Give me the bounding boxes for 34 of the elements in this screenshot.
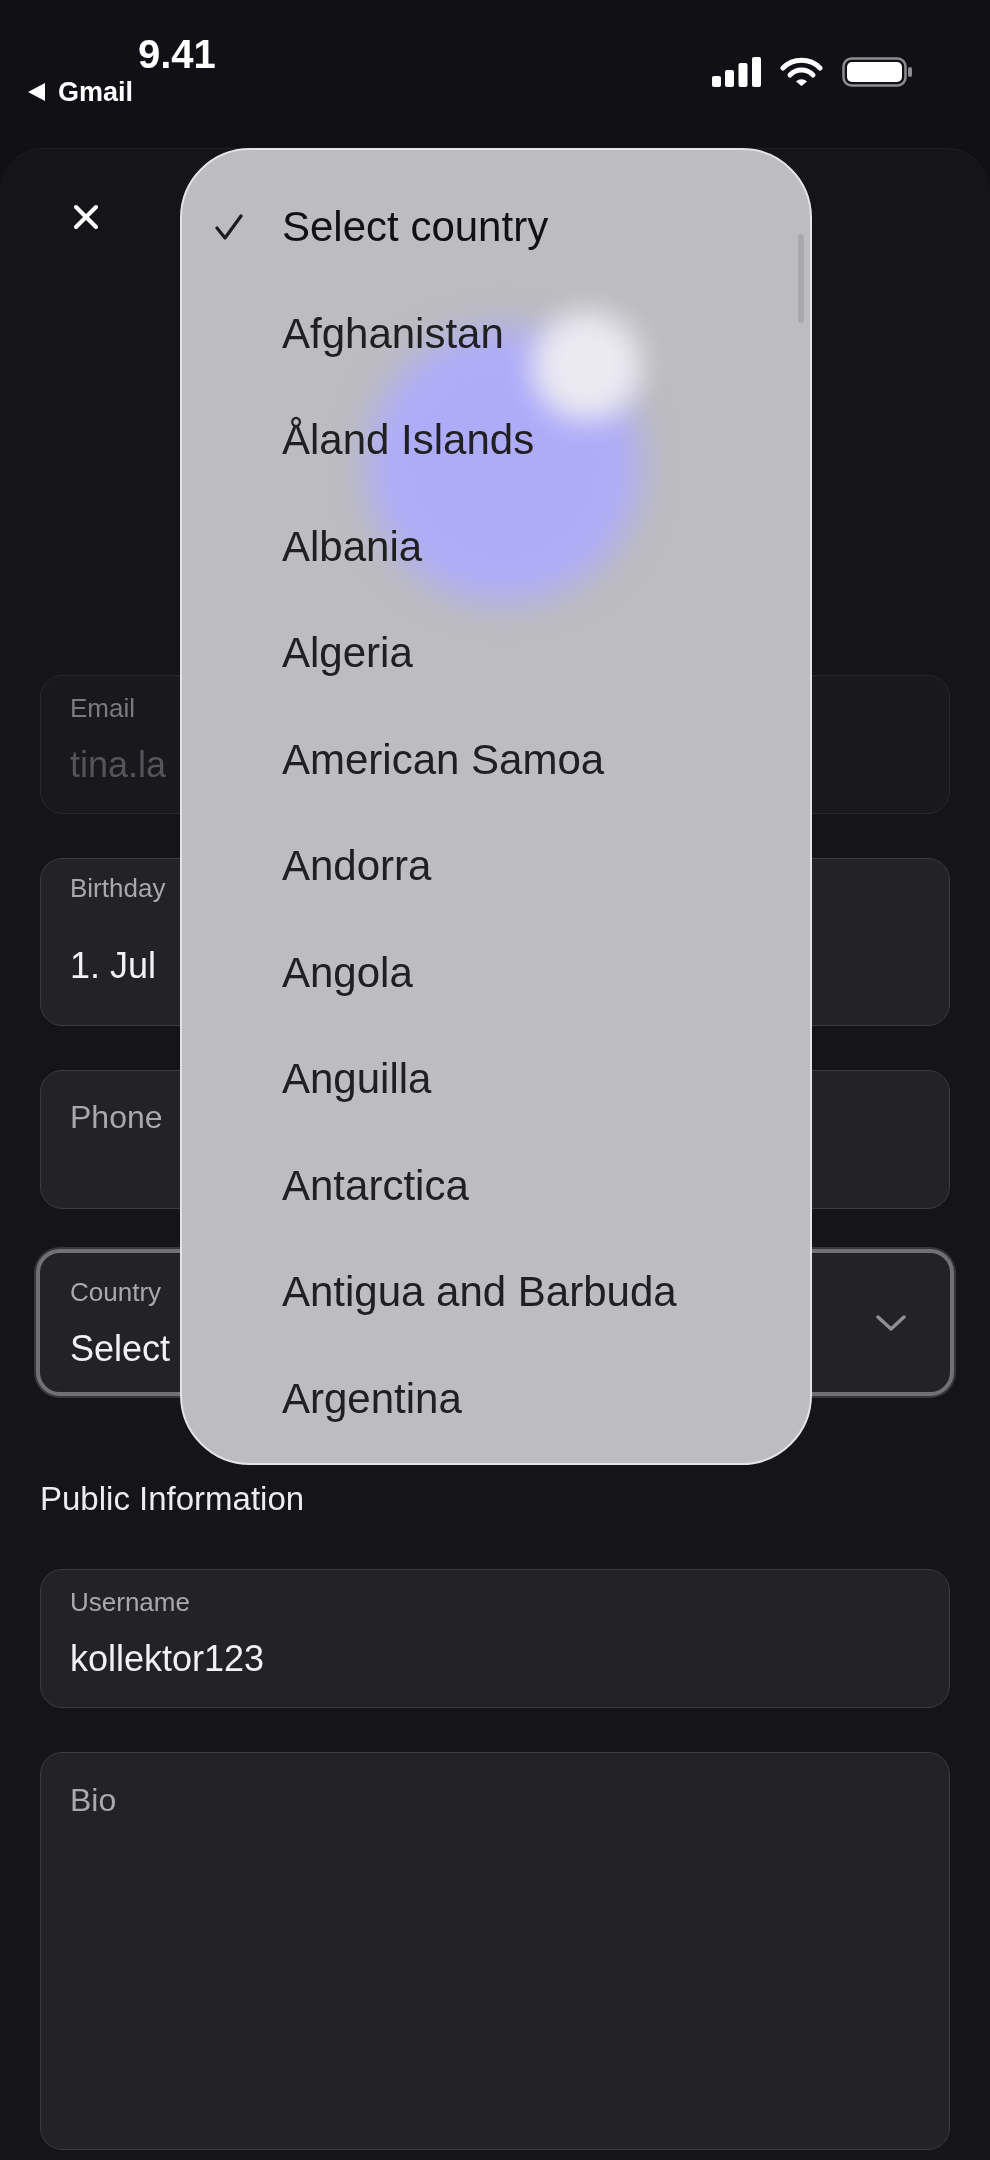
dropdown-option[interactable]: Anguilla <box>182 1026 810 1133</box>
dropdown-option[interactable]: Algeria <box>182 600 810 707</box>
dropdown-option[interactable]: Albania <box>182 493 810 600</box>
dropdown-option[interactable]: Antarctica <box>182 1132 810 1239</box>
dropdown-option[interactable]: Select country <box>182 174 810 281</box>
dropdown-option[interactable]: American Samoa <box>182 706 810 813</box>
field-label: Bio <box>70 1782 117 1818</box>
dropdown-option[interactable]: Afghanistan <box>182 280 810 387</box>
field-value: Select <box>70 1328 171 1370</box>
back-triangle-icon[interactable] <box>28 83 45 101</box>
back-app-link[interactable]: Gmail <box>58 77 134 107</box>
field-label: Phone <box>70 1099 163 1135</box>
dropdown-option[interactable]: Åland Islands <box>182 387 810 494</box>
field-label: Email <box>70 693 135 723</box>
field-value: 1. Jul <box>70 945 157 987</box>
field-value: tina.la <box>70 744 167 786</box>
text-area[interactable]: Bio <box>40 1752 950 2150</box>
field-label: Country <box>70 1277 162 1307</box>
checkmark-icon <box>215 213 243 242</box>
field-label: Birthday <box>70 873 166 903</box>
dropdown-option[interactable]: Angola <box>182 919 810 1026</box>
status-time: 9.41 <box>138 33 216 75</box>
dropdown-option[interactable]: Antigua and Barbuda <box>182 1239 810 1346</box>
chevron-down-icon <box>876 1314 906 1331</box>
dropdown-option[interactable]: Argentina <box>182 1345 810 1452</box>
signal-bars-icon <box>712 57 761 87</box>
wifi-icon <box>780 57 823 87</box>
battery-icon <box>842 57 912 87</box>
dropdown-option[interactable]: Andorra <box>182 813 810 920</box>
field-label: Username <box>70 1587 190 1617</box>
field-value: kollektor123 <box>70 1638 265 1680</box>
input-field[interactable]: Username kollektor123 <box>40 1569 950 1708</box>
close-icon <box>73 204 99 230</box>
section-heading: Public Information <box>40 1480 305 1518</box>
